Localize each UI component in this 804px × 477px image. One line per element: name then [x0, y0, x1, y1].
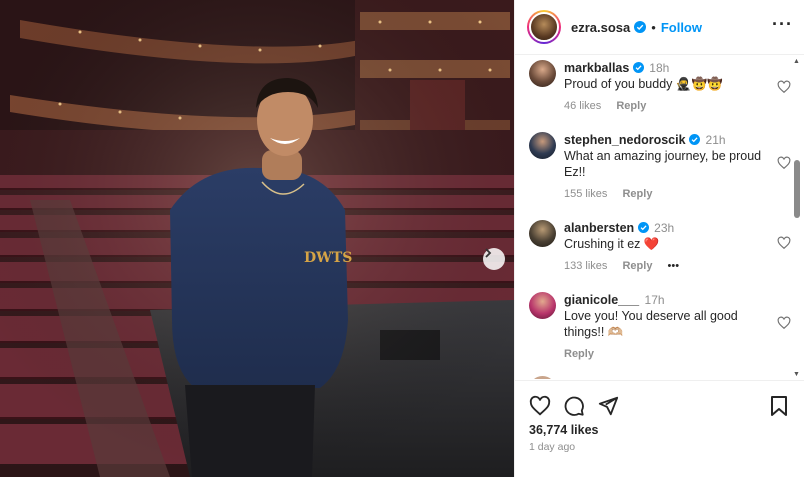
- reply-button[interactable]: Reply: [622, 188, 652, 200]
- theater-photo-illustration: DWTS: [0, 0, 514, 477]
- action-bar: [529, 395, 619, 417]
- bookmark-icon[interactable]: [769, 395, 789, 417]
- comment-username[interactable]: alanbersten: [564, 221, 634, 235]
- scroll-up-arrow-icon[interactable]: ▲: [793, 58, 800, 65]
- share-icon[interactable]: [597, 395, 619, 417]
- verified-badge-icon: [637, 222, 649, 233]
- comment-text: Love you! You deserve all good things!! …: [564, 309, 738, 339]
- follow-button[interactable]: Follow: [661, 20, 702, 35]
- comment-avatar: [529, 376, 556, 379]
- comment-time: 23h: [654, 221, 675, 235]
- scroll-down-arrow-icon[interactable]: ▼: [793, 371, 800, 378]
- heart-icon[interactable]: [777, 236, 791, 250]
- comment-more-options-icon[interactable]: •••: [668, 260, 680, 272]
- comment-likes[interactable]: 155 likes: [564, 188, 607, 200]
- comment-time: 18h: [649, 61, 670, 75]
- comment-time: 21h: [705, 133, 726, 147]
- comment-avatar[interactable]: [529, 60, 556, 87]
- post-header: ezra.sosa • Follow ···: [515, 0, 804, 55]
- scrollbar-thumb[interactable]: [794, 160, 800, 218]
- svg-text:DWTS: DWTS: [304, 250, 352, 266]
- post-footer: 36,774 likes 1 day ago: [515, 380, 804, 477]
- comment-text: Crushing it ez ❤️: [564, 237, 660, 251]
- heart-icon[interactable]: [529, 395, 551, 417]
- comment-text: What an amazing journey, be proud Ez!!: [564, 149, 762, 179]
- reply-button[interactable]: Reply: [564, 348, 594, 360]
- reply-button[interactable]: Reply: [616, 100, 646, 112]
- more-options-icon[interactable]: ···: [772, 15, 793, 33]
- comments-scrollbar[interactable]: ▲ ▼: [793, 58, 801, 378]
- chevron-right-icon: [485, 248, 492, 258]
- comment-avatar[interactable]: [529, 132, 556, 159]
- comment-likes[interactable]: 133 likes: [564, 260, 607, 272]
- comment-time: 17h: [644, 293, 665, 307]
- verified-badge-icon: [632, 62, 644, 73]
- post-likes-count[interactable]: 36,774 likes: [529, 423, 599, 437]
- verified-badge-icon: [689, 134, 701, 145]
- comments-list: markballas 18h Proud of you buddy 🥷🤠🤠 46…: [515, 56, 804, 379]
- heart-icon[interactable]: [777, 80, 791, 94]
- post-photo: DWTS: [0, 0, 514, 477]
- author-avatar[interactable]: [527, 10, 561, 44]
- post-side-panel: ezra.sosa • Follow ··· markballas 18h Pr…: [514, 0, 804, 477]
- comment-username[interactable]: gianicole___: [564, 293, 639, 307]
- reply-button[interactable]: Reply: [622, 260, 652, 272]
- next-photo-button[interactable]: [483, 248, 505, 270]
- comment-icon[interactable]: [563, 395, 585, 417]
- post-date: 1 day ago: [529, 441, 576, 453]
- author-username[interactable]: ezra.sosa: [571, 20, 630, 35]
- heart-icon[interactable]: [777, 316, 791, 330]
- heart-icon[interactable]: [777, 156, 791, 170]
- separator-dot: •: [651, 19, 656, 35]
- verified-badge-icon: [634, 21, 647, 33]
- comment-username[interactable]: markballas: [564, 61, 629, 75]
- comment-username[interactable]: stephen_nedoroscik: [564, 133, 686, 147]
- comment-likes[interactable]: 46 likes: [564, 100, 601, 112]
- comment-avatar[interactable]: [529, 220, 556, 247]
- comment-text: Proud of you buddy 🥷🤠🤠: [564, 77, 723, 91]
- comment-avatar[interactable]: [529, 292, 556, 319]
